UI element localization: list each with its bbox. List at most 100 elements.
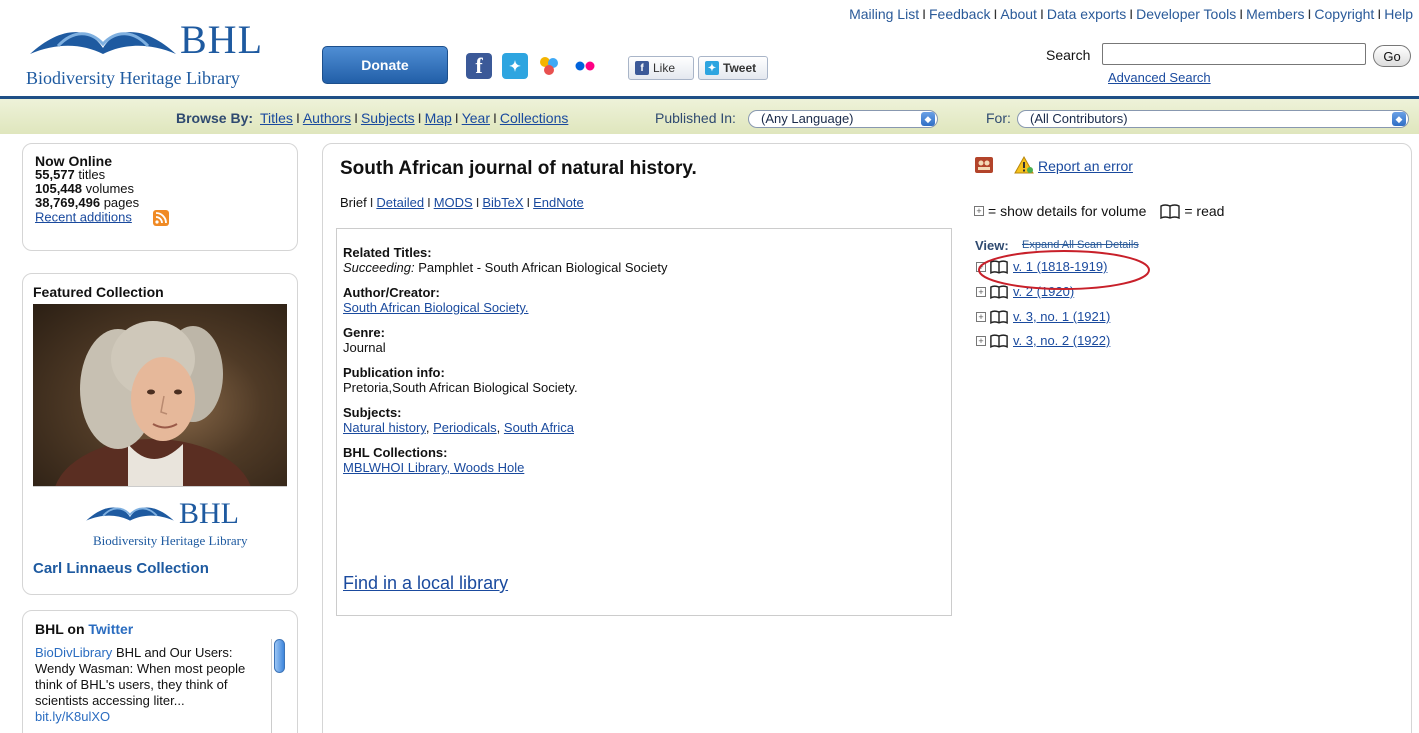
twitter-heading: BHL on Twitter (35, 621, 134, 637)
collection-mblwhoi-link[interactable]: MBLWHOI Library, Woods Hole (343, 460, 524, 475)
published-in-label: Published In: (655, 110, 736, 126)
format-mods-link[interactable]: MODS (434, 195, 473, 210)
browse-by-label: Browse By: (176, 110, 254, 126)
browse-links: Titles I Authors I Subjects I Map I Year I Collect… (260, 110, 569, 126)
related-titles-field: Related Titles: Succeeding: Pamphlet - S… (343, 245, 668, 275)
top-link-copyright[interactable]: Copyright (1314, 6, 1374, 22)
read-book-icon[interactable] (990, 333, 1008, 348)
search-input[interactable] (1102, 43, 1366, 65)
browse-collections-link[interactable]: Collections (500, 110, 568, 126)
tweet-label: Tweet (723, 61, 757, 75)
advanced-search-link[interactable]: Advanced Search (1108, 70, 1211, 85)
volume-row: + v. 3, no. 2 (1922) (976, 333, 1110, 348)
carl-linnaeus-collection-link[interactable]: Carl Linnaeus Collection (33, 560, 287, 577)
titles-stat: 55,577 titles (35, 167, 106, 182)
featured-bhl-logo: BHL Biodiversity Heritage Library (33, 486, 287, 554)
top-link-data-exports[interactable]: Data exports (1047, 6, 1126, 22)
rss-icon[interactable] (153, 210, 170, 226)
top-link-help[interactable]: Help (1384, 6, 1413, 22)
go-button[interactable]: Go (1373, 45, 1411, 67)
report-error-link[interactable]: Report an error (1038, 158, 1133, 174)
browse-titles-link[interactable]: Titles (260, 110, 293, 126)
facebook-icon[interactable]: f (466, 53, 492, 79)
contributor-select[interactable]: (All Contributors) ◆ (1017, 110, 1409, 128)
top-link-feedback[interactable]: Feedback (929, 6, 990, 22)
flickr-icon[interactable] (572, 53, 598, 79)
subject-south-africa-link[interactable]: South Africa (504, 420, 574, 435)
tweet-scrollbar[interactable] (271, 639, 287, 733)
bhl-collections-field: BHL Collections: MBLWHOI Library, Woods … (343, 445, 525, 475)
warning-icon (1014, 156, 1034, 174)
highlight-ellipse-annotation (978, 250, 1150, 290)
for-label: For: (986, 110, 1011, 126)
browse-authors-link[interactable]: Authors (303, 110, 351, 126)
volume-link[interactable]: v. 3, no. 1 (1921) (1013, 309, 1110, 324)
now-online-heading: Now Online (35, 153, 112, 169)
carl-linnaeus-portrait[interactable] (33, 304, 287, 486)
read-book-icon[interactable] (990, 309, 1008, 324)
featured-logo-subtitle: Biodiversity Heritage Library (93, 533, 248, 548)
subject-periodicals-link[interactable]: Periodicals (433, 420, 497, 435)
tweet-text: BioDivLibrary BHL and Our Users: Wendy W… (35, 645, 261, 725)
bhl-logo[interactable]: BHL Biodiversity Heritage Library (20, 12, 290, 92)
select-arrows-icon: ◆ (921, 112, 935, 126)
featured-collection-heading: Featured Collection (33, 284, 164, 300)
tweet-short-link[interactable]: bit.ly/K8ulXO (35, 709, 110, 724)
expand-box-icon: + (974, 206, 984, 216)
title-details: Related Titles: Succeeding: Pamphlet - S… (336, 228, 952, 616)
bookmark-icon[interactable] (975, 157, 993, 173)
delicious-icon[interactable] (536, 53, 562, 79)
top-link-mailing-list[interactable]: Mailing List (849, 6, 919, 22)
expand-volume-icon[interactable]: + (976, 311, 986, 322)
legend-read-text: = read (1184, 203, 1225, 219)
now-online-box: Now Online 55,577 titles 105,448 volumes… (22, 143, 298, 251)
publication-info-field: Publication info: Pretoria,South African… (343, 365, 578, 395)
twitter-bird-icon: ✦ (705, 61, 719, 75)
top-link-developer-tools[interactable]: Developer Tools (1136, 6, 1236, 22)
volume-legend: + = show details for volume = read (974, 203, 1224, 219)
format-brief: Brief (340, 195, 367, 210)
open-book-icon (1160, 204, 1181, 219)
search-label: Search (1046, 47, 1091, 63)
format-endnote-link[interactable]: EndNote (533, 195, 584, 210)
author-link[interactable]: South African Biological Society. (343, 300, 528, 315)
recent-additions-link[interactable]: Recent additions (35, 209, 132, 224)
language-select[interactable]: (Any Language) ◆ (748, 110, 938, 128)
volume-link[interactable]: v. 3, no. 2 (1922) (1013, 333, 1110, 348)
format-bibtex-link[interactable]: BibTeX (482, 195, 523, 210)
language-select-value: (Any Language) (761, 111, 854, 126)
site-header: BHL Biodiversity Heritage Library Donate… (0, 0, 1419, 95)
find-in-local-library-link[interactable]: Find in a local library (343, 573, 508, 594)
author-field: Author/Creator: South African Biological… (343, 285, 529, 315)
select-arrows-icon: ◆ (1392, 112, 1406, 126)
page-title: South African journal of natural history… (340, 158, 697, 179)
subject-natural-history-link[interactable]: Natural history (343, 420, 426, 435)
featured-collection-box: Featured Collection BHL Biodiversity Her… (22, 273, 298, 595)
format-detailed-link[interactable]: Detailed (376, 195, 424, 210)
volumes-stat: 105,448 volumes (35, 181, 135, 196)
browse-map-link[interactable]: Map (425, 110, 452, 126)
featured-logo-text: BHL (179, 497, 239, 530)
logo-subtitle: Biodiversity Heritage Library (26, 68, 240, 88)
top-link-members[interactable]: Members (1246, 6, 1304, 22)
twitter-heading-link[interactable]: Twitter (88, 621, 133, 637)
format-links: Brief I Detailed I MODS I BibTeX I EndNote (340, 195, 584, 210)
browse-subjects-link[interactable]: Subjects (361, 110, 415, 126)
like-label: Like (653, 61, 676, 75)
tweet-user-link[interactable]: BioDivLibrary (35, 645, 112, 660)
contributor-select-value: (All Contributors) (1030, 111, 1128, 126)
open-book-logo-icon (30, 32, 176, 54)
browse-bar: Browse By: Titles I Authors I Subjects I Map I Y… (0, 96, 1419, 134)
donate-button[interactable]: Donate (322, 46, 448, 84)
top-link-about[interactable]: About (1000, 6, 1037, 22)
facebook-small-icon: f (635, 61, 649, 75)
expand-volume-icon[interactable]: + (976, 335, 986, 346)
volume-row: + v. 3, no. 1 (1921) (976, 309, 1110, 324)
scrollbar-thumb[interactable] (274, 639, 285, 673)
browse-year-link[interactable]: Year (462, 110, 490, 126)
tweet-button[interactable]: ✦ Tweet (698, 56, 768, 80)
legend-show-text: = show details for volume (988, 203, 1147, 219)
genre-field: Genre: Journal (343, 325, 386, 355)
twitter-icon[interactable]: ✦ (502, 53, 528, 79)
facebook-like-button[interactable]: f Like (628, 56, 694, 80)
